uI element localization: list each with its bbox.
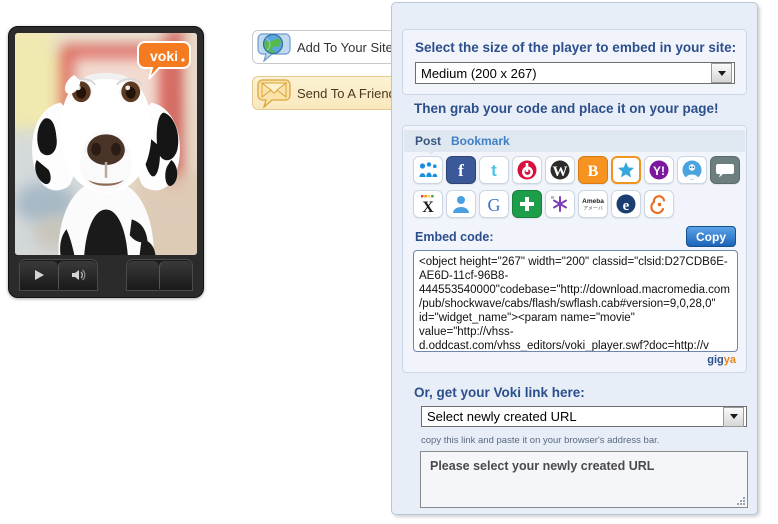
ameba-icon-subtext: アメーバ: [583, 206, 603, 212]
volume-icon: [72, 269, 86, 281]
wordpress-icon[interactable]: W: [545, 156, 575, 184]
playback-controls: [19, 259, 98, 291]
voki-logo: voki: [137, 41, 191, 80]
voki-link-hint: copy this link and paste it on your brow…: [421, 435, 660, 446]
svg-text:B: B: [588, 163, 599, 180]
size-section-heading: Select the size of the player to embed i…: [415, 40, 737, 55]
comment-bubble-icon[interactable]: [710, 156, 740, 184]
svg-text:G: G: [488, 195, 501, 215]
embed-code-label: Embed code:: [415, 230, 494, 244]
embed-code-textarea[interactable]: <object height="267" width="200" classid…: [413, 250, 738, 352]
player-stage: voki: [15, 33, 197, 255]
twitter-icon[interactable]: t: [479, 156, 509, 184]
globe-speech-bubble-icon: [257, 32, 293, 63]
player-size-value: Medium (200 x 267): [421, 65, 537, 81]
tab-bookmark[interactable]: Bookmark: [451, 134, 510, 148]
voki-link-heading: Or, get your Voki link here:: [414, 385, 585, 400]
gigya-attribution[interactable]: gigya: [707, 354, 736, 366]
plus-icon[interactable]: [512, 190, 542, 218]
chevron-down-icon[interactable]: [711, 63, 732, 83]
live-e-icon[interactable]: e: [611, 190, 641, 218]
tab-post[interactable]: Post: [415, 134, 441, 148]
google-icon[interactable]: G: [479, 190, 509, 218]
gigya-attribution-part2: ya: [723, 354, 736, 366]
ameba-icon[interactable]: Ameba アメーバ: [578, 190, 608, 218]
voki-url-textarea[interactable]: Please select your newly created URL: [420, 451, 748, 508]
code-section-heading: Then grab your code and place it on your…: [414, 101, 719, 116]
player-controls: [15, 257, 197, 291]
svg-text:Y!: Y!: [653, 164, 665, 178]
player-size-select[interactable]: Medium (200 x 267): [415, 62, 735, 84]
xanga-icon[interactable]: X: [413, 190, 443, 218]
extra-controls: [126, 259, 193, 291]
play-icon: [35, 270, 44, 280]
star-icon[interactable]: [611, 156, 641, 184]
copy-button[interactable]: Copy: [686, 226, 736, 247]
asterisk-icon[interactable]: [545, 190, 575, 218]
volume-button[interactable]: [58, 261, 97, 289]
active-tab-notch: [425, 149, 437, 155]
svg-text:e: e: [623, 198, 630, 214]
friendster-icon[interactable]: [677, 156, 707, 184]
embed-options-panel: Select the size of the player to embed i…: [391, 2, 758, 515]
svg-text:X: X: [422, 199, 434, 215]
yahoo-icon[interactable]: Y!: [644, 156, 674, 184]
envelope-speech-bubble-icon: [257, 78, 293, 109]
svg-text:f: f: [458, 161, 464, 180]
voki-link-select[interactable]: Select newly created URL: [421, 406, 747, 427]
play-button[interactable]: [20, 261, 58, 289]
facebook-icon[interactable]: f: [446, 156, 476, 184]
extra-button-1[interactable]: [127, 261, 159, 289]
add-to-your-site-label: Add To Your Site: [297, 39, 393, 55]
send-to-a-friend-label: Send To A Friend: [297, 85, 396, 101]
ameba-icon-text: Ameba: [582, 198, 604, 205]
add-to-your-site-button[interactable]: Add To Your Site: [252, 30, 412, 64]
voki-player: voki: [8, 26, 204, 298]
resize-handle-icon[interactable]: [735, 495, 745, 505]
share-tabs: Post Bookmark: [415, 134, 520, 155]
myspace-icon[interactable]: [413, 156, 443, 184]
share-icons-row-2: X G Ameba アメーバ e: [413, 190, 674, 218]
bebo-icon[interactable]: [512, 156, 542, 184]
svg-text:t: t: [491, 161, 497, 180]
blogger-icon[interactable]: B: [578, 156, 608, 184]
gigya-attribution-part1: gig: [707, 354, 724, 366]
spiral-icon[interactable]: [644, 190, 674, 218]
svg-text:W: W: [553, 164, 568, 180]
code-section: Post Bookmark f t W B Y! X G Ameba アメーバ …: [402, 125, 747, 373]
chevron-down-icon[interactable]: [723, 406, 744, 427]
profile-person-icon[interactable]: [446, 190, 476, 218]
voki-url-value: Please select your newly created URL: [430, 459, 655, 473]
send-to-a-friend-button[interactable]: Send To A Friend: [252, 76, 412, 110]
share-icons-row-1: f t W B Y!: [413, 156, 740, 184]
voki-link-value: Select newly created URL: [427, 409, 577, 424]
extra-button-2[interactable]: [159, 261, 192, 289]
size-section: Select the size of the player to embed i…: [402, 29, 747, 95]
voki-logo-text: voki: [150, 48, 178, 64]
